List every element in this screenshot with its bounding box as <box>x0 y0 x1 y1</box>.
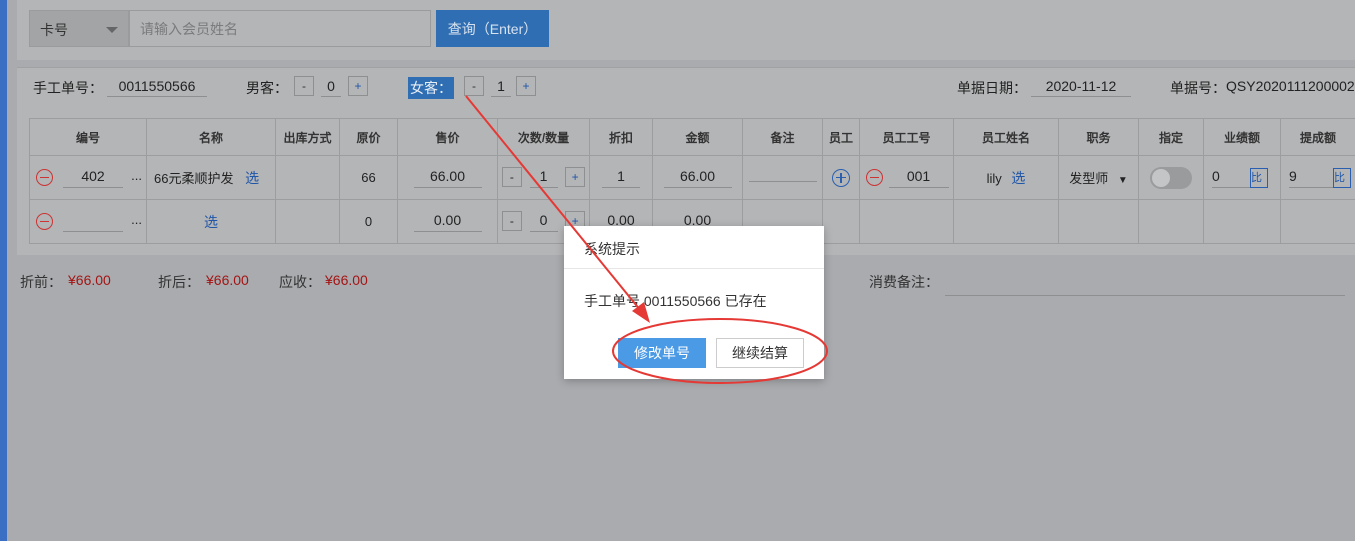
original-price: 66 <box>339 155 398 200</box>
female-count[interactable]: 1 <box>491 78 511 97</box>
select-employee-link[interactable]: 选 <box>1011 170 1025 186</box>
select-item-link[interactable]: 选 <box>245 170 259 186</box>
doc-date-field[interactable]: 2020-11-12 <box>1031 78 1131 97</box>
male-plus-button[interactable]: + <box>348 76 368 96</box>
select-item-link[interactable]: 选 <box>204 214 218 230</box>
amount-due-value: ¥66.00 <box>325 272 368 288</box>
qty-field[interactable]: 0 <box>529 212 558 232</box>
col-header: 原价 <box>339 118 398 156</box>
col-header: 员工 <box>822 118 860 156</box>
after-discount-label: 折后： <box>158 274 200 290</box>
qty-field[interactable]: 1 <box>529 168 558 188</box>
more-icon[interactable]: ... <box>131 212 142 227</box>
female-minus-button[interactable]: - <box>464 76 484 96</box>
performance-ratio-button[interactable]: 比 <box>1250 168 1268 188</box>
col-header: 业绩额 <box>1203 118 1281 156</box>
consumption-remark-label: 消费备注： <box>869 274 939 290</box>
card-type-select[interactable]: 卡号 <box>29 10 129 47</box>
remove-row-icon[interactable] <box>36 169 53 186</box>
member-name-input[interactable] <box>129 10 431 47</box>
before-discount-value: ¥66.00 <box>68 272 111 288</box>
commission-ratio-button[interactable]: 比 <box>1333 168 1351 188</box>
consumption-remark-field[interactable] <box>945 295 1345 296</box>
query-button[interactable]: 查询（Enter） <box>436 10 549 47</box>
qty-plus-button[interactable]: + <box>565 167 586 188</box>
sale-price-field[interactable]: 0.00 <box>413 212 482 232</box>
col-header: 名称 <box>146 118 276 156</box>
col-header: 折扣 <box>589 118 653 156</box>
dialog-title: 系统提示 <box>564 226 824 269</box>
remark-field[interactable] <box>748 178 817 182</box>
table-header-row: 编号 名称 出库方式 原价 售价 次数/数量 折扣 金额 备注 员工 员工工号 … <box>29 118 1355 156</box>
sale-price-field[interactable]: 66.00 <box>413 168 482 188</box>
col-header: 编号 <box>29 118 147 156</box>
amount-field[interactable]: 66.00 <box>663 168 732 188</box>
female-label: 女客： <box>408 77 454 99</box>
original-price: 0 <box>339 199 398 244</box>
left-accent-bar <box>0 0 7 541</box>
discount-field[interactable]: 1 <box>602 168 640 188</box>
col-header: 金额 <box>652 118 743 156</box>
dialog-message: 手工单号 0011550566 已存在 <box>584 293 767 309</box>
col-header: 员工工号 <box>859 118 954 156</box>
col-header: 指定 <box>1138 118 1204 156</box>
col-header: 售价 <box>397 118 498 156</box>
more-icon[interactable]: ... <box>131 168 142 183</box>
col-header: 出库方式 <box>275 118 340 156</box>
system-prompt-dialog: 系统提示 手工单号 0011550566 已存在 修改单号 继续结算 <box>564 226 824 379</box>
col-header: 提成额 <box>1280 118 1355 156</box>
manual-no-label: 手工单号： <box>33 80 103 96</box>
male-label: 男客： <box>246 80 288 96</box>
doc-no-label: 单据号： <box>1170 80 1226 96</box>
chevron-down-icon <box>106 27 118 33</box>
before-discount-label: 折前： <box>20 274 62 290</box>
male-minus-button[interactable]: - <box>294 76 314 96</box>
item-code-field[interactable]: 402 <box>63 168 123 188</box>
caret-down-icon: ▼ <box>1117 175 1128 186</box>
after-discount-value: ¥66.00 <box>206 272 249 288</box>
amount-due-label: 应收： <box>279 274 321 290</box>
remove-employee-icon[interactable] <box>866 169 883 186</box>
female-plus-button[interactable]: + <box>516 76 536 96</box>
continue-checkout-button[interactable]: 继续结算 <box>716 338 804 368</box>
col-header: 职务 <box>1058 118 1139 156</box>
item-name: 66元柔顺护发 <box>154 170 234 186</box>
outbound-method-cell <box>275 199 340 244</box>
item-code-field[interactable] <box>63 212 123 232</box>
commission-field[interactable]: 9 <box>1289 168 1339 188</box>
qty-minus-button[interactable]: - <box>501 211 522 232</box>
remove-row-icon[interactable] <box>36 213 53 230</box>
modify-order-no-button[interactable]: 修改单号 <box>618 338 706 368</box>
designate-toggle[interactable] <box>1150 166 1192 189</box>
doc-date-label: 单据日期： <box>957 80 1027 96</box>
card-type-value: 卡号 <box>40 22 68 38</box>
role-value: 发型师 <box>1069 171 1109 186</box>
add-employee-icon[interactable] <box>832 168 850 187</box>
outbound-method-cell <box>275 155 340 200</box>
role-select[interactable]: 发型师 ▼ <box>1058 155 1139 200</box>
col-header: 员工姓名 <box>953 118 1059 156</box>
manual-no-field[interactable]: 0011550566 <box>107 78 207 97</box>
col-header: 次数/数量 <box>497 118 590 156</box>
doc-no-value: QSY2020111200002 <box>1226 78 1355 94</box>
table-row: 402 ... 66元柔顺护发 选 66 66.00 - 1 + 1 66.00… <box>29 155 1355 200</box>
qty-minus-button[interactable]: - <box>501 167 522 188</box>
col-header: 备注 <box>742 118 823 156</box>
employee-name: lily <box>986 170 1002 186</box>
male-count[interactable]: 0 <box>321 78 341 97</box>
employee-no-field[interactable]: 001 <box>888 168 949 188</box>
